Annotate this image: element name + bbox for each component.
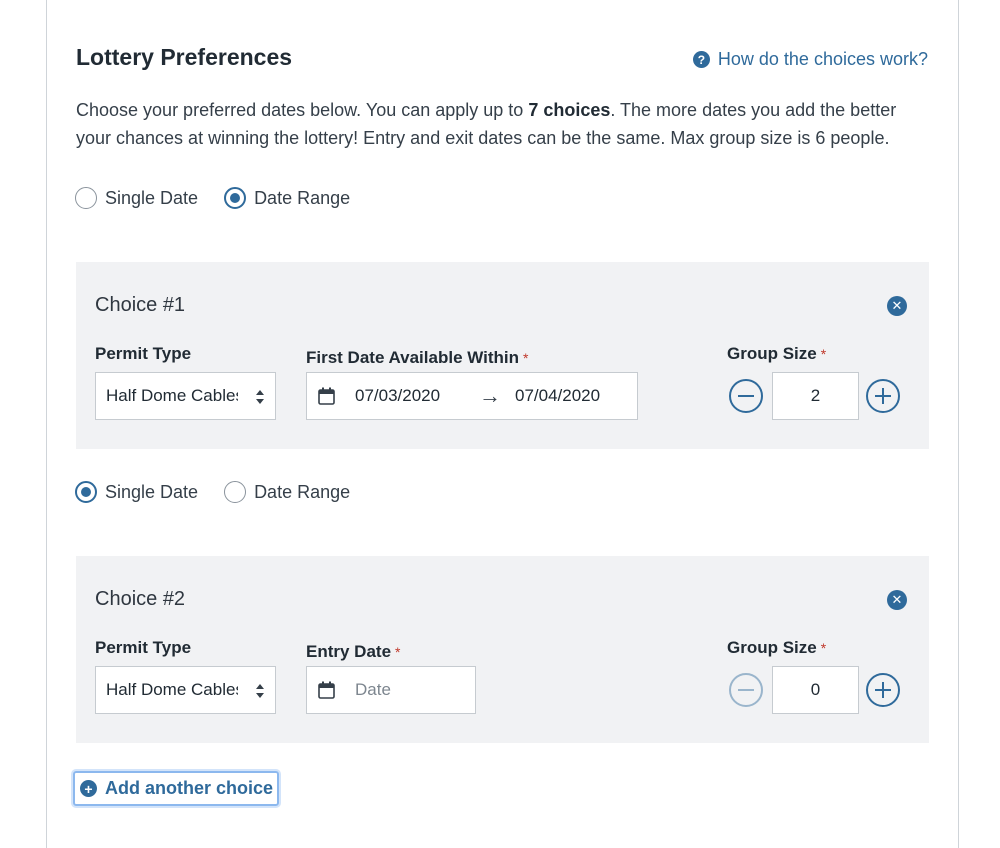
required-mark: * [395, 644, 401, 660]
decrement-button-disabled[interactable] [729, 673, 763, 707]
description: Choose your preferred dates below. You c… [76, 100, 897, 148]
date-mode-mid: Single Date Date Range [75, 481, 376, 503]
choice-2-title: Choice #2 [95, 588, 186, 610]
radio-single-date-mid[interactable]: Single Date [75, 481, 198, 503]
radio-date-range-mid[interactable]: Date Range [224, 481, 350, 503]
select-arrows-icon [256, 390, 264, 404]
date-mode-top: Single Date Date Range [75, 187, 376, 209]
minus-icon [738, 394, 754, 398]
page-title: Lottery Preferences [76, 44, 293, 70]
radio-circle-selected[interactable] [224, 187, 247, 209]
close-icon[interactable]: ✕ [887, 590, 907, 610]
permit-type-label: Permit Type [95, 638, 192, 657]
permit-type-value: Half Dome Cables [106, 386, 238, 405]
date-range-input[interactable]: 07/03/2020 → 07/04/2020 [306, 372, 638, 420]
calendar-icon [318, 387, 335, 405]
increment-button[interactable] [866, 673, 900, 707]
date-placeholder: Date [355, 680, 391, 699]
start-date: 07/03/2020 [355, 386, 441, 405]
radio-circle[interactable] [224, 481, 247, 503]
choice-1-title: Choice #1 [95, 294, 186, 316]
permit-type-value: Half Dome Cables [106, 680, 238, 699]
question-icon: ? [692, 51, 710, 68]
permit-type-label: Permit Type [95, 344, 192, 363]
group-size-input[interactable]: 2 [772, 372, 859, 420]
close-icon[interactable]: ✕ [887, 296, 907, 316]
group-size-label: Group Size * [727, 344, 827, 363]
minus-icon [738, 688, 754, 692]
radio-label: Date Range [254, 481, 351, 502]
decrement-button[interactable] [729, 379, 763, 413]
increment-button[interactable] [866, 379, 900, 413]
select-arrows-icon [256, 684, 264, 698]
permit-type-select[interactable]: Half Dome Cables [95, 666, 276, 714]
radio-label: Single Date [105, 481, 199, 502]
help-link-label: How do the choices work? [717, 49, 928, 69]
help-link[interactable]: ? How do the choices work? [692, 49, 928, 70]
permit-type-select[interactable]: Half Dome Cables [95, 372, 276, 420]
radio-single-date-top[interactable]: Single Date [75, 187, 198, 209]
radio-label: Single Date [105, 187, 199, 208]
entry-date-label: Entry Date * [306, 642, 401, 661]
calendar-icon [318, 681, 335, 699]
required-mark: * [523, 350, 529, 366]
radio-date-range-top[interactable]: Date Range [224, 187, 350, 209]
radio-circle-selected[interactable] [75, 481, 97, 503]
add-choice-label: Add another choice [105, 778, 274, 798]
choice-1-box: Choice #1 ✕ Permit Type Half Dome Cables… [76, 262, 929, 449]
group-size-label: Group Size * [727, 638, 827, 657]
arrow-right-icon: → [479, 383, 501, 408]
required-mark: * [820, 346, 827, 362]
entry-date-input[interactable]: Date [306, 666, 476, 714]
end-date: 07/04/2020 [515, 386, 601, 405]
plus-circle-icon: + [80, 780, 97, 797]
required-mark: * [820, 640, 827, 656]
radio-label: Date Range [254, 187, 351, 208]
add-choice-button[interactable]: + Add another choice [73, 771, 280, 806]
radio-circle[interactable] [75, 187, 97, 209]
date-range-label: First Date Available Within * [306, 348, 529, 367]
choice-2-box: Choice #2 ✕ Permit Type Half Dome Cables… [76, 556, 929, 743]
group-size-input[interactable]: 0 [772, 666, 859, 714]
